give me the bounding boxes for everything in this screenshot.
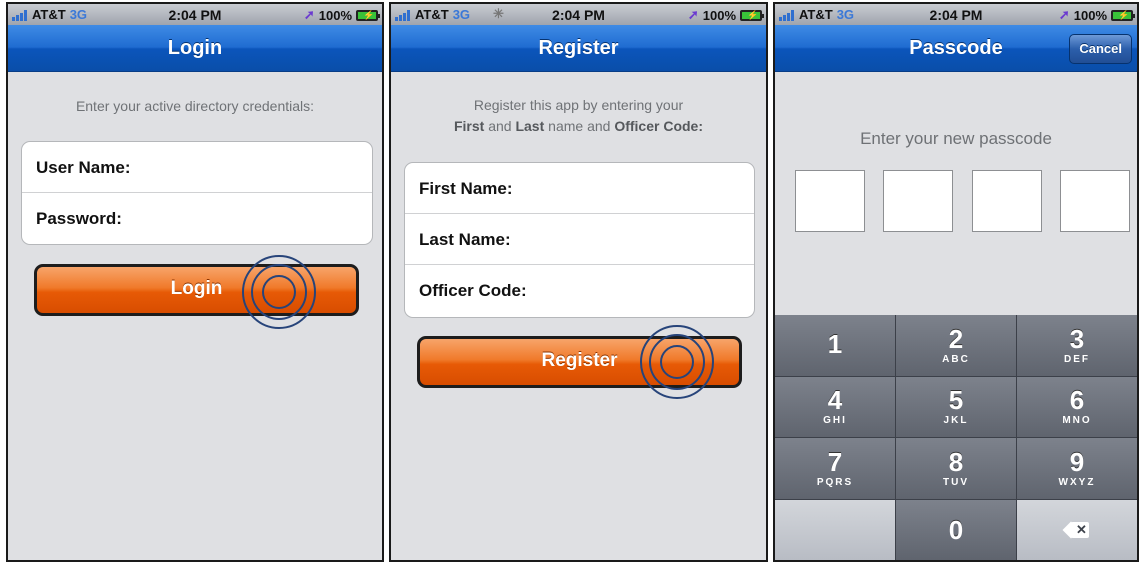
key-5[interactable]: 5 JKL <box>896 376 1016 437</box>
passcode-screen: AT&T 3G 2:04 PM ➚ 100% ⚡ Passcode Cancel … <box>773 2 1139 562</box>
nav-bar: Login <box>8 25 382 72</box>
passcode-digit-box[interactable] <box>795 170 865 232</box>
password-field[interactable]: Password: <box>22 193 372 244</box>
register-button[interactable]: Register <box>417 336 742 388</box>
instructions-text: Enter your active directory credentials: <box>75 98 315 114</box>
key-4[interactable]: 4 GHI <box>775 376 895 437</box>
status-bar: AT&T 3G 2:04 PM ➚ 100% ⚡ <box>775 4 1137 25</box>
key-9[interactable]: 9 WXYZ <box>1017 438 1137 499</box>
key-0[interactable]: 0 <box>896 499 1016 560</box>
last-name-field[interactable]: Last Name: <box>405 214 754 265</box>
nav-bar: Register <box>391 25 766 72</box>
battery-icon: ⚡ <box>356 9 380 21</box>
page-title: Login <box>167 37 223 59</box>
battery-percent: 100% <box>702 7 736 23</box>
officer-code-field[interactable]: Officer Code: <box>405 265 754 316</box>
first-name-field[interactable]: First Name: <box>405 163 754 214</box>
nav-bar: Passcode Cancel <box>775 25 1137 72</box>
login-button[interactable]: Login <box>34 264 359 316</box>
numeric-keypad: 1 2 ABC 3 DEF 4 GHI 5 JKL 6 MNO 7 PQRS 8 <box>775 315 1137 560</box>
backspace-icon: ✕ <box>1065 521 1089 538</box>
key-2[interactable]: 2 ABC <box>896 315 1016 376</box>
location-arrow-icon: ➚ <box>687 7 699 22</box>
battery-icon: ⚡ <box>1111 9 1135 21</box>
status-bar: AT&T 3G 2:04 PM ➚ 100% ⚡ <box>8 4 382 25</box>
login-screen: AT&T 3G 2:04 PM ➚ 100% ⚡ Login Enter your… <box>6 2 384 562</box>
username-field[interactable]: User Name: <box>22 142 372 193</box>
key-1[interactable]: 1 <box>775 315 895 376</box>
delete-key[interactable]: ✕ <box>1017 499 1137 560</box>
passcode-digit-box[interactable] <box>883 170 953 232</box>
registration-form: First Name: Last Name: Officer Code: <box>404 162 755 318</box>
battery-icon: ⚡ <box>740 9 764 21</box>
battery-percent: 100% <box>318 7 352 23</box>
page-title: Register <box>538 37 619 59</box>
key-7[interactable]: 7 PQRS <box>775 438 895 499</box>
cancel-button[interactable]: Cancel <box>1069 34 1132 64</box>
location-arrow-icon: ➚ <box>303 7 315 22</box>
credentials-form: User Name: Password: <box>21 141 373 245</box>
instructions-text: Register this app by entering your First… <box>453 97 704 134</box>
register-screen: AT&T 3G ✳ 2:04 PM ➚ 100% ⚡ Register Regis… <box>389 2 768 562</box>
keypad-blank-key <box>775 499 895 560</box>
location-arrow-icon: ➚ <box>1058 7 1070 22</box>
passcode-digit-box[interactable] <box>972 170 1042 232</box>
key-3[interactable]: 3 DEF <box>1017 315 1137 376</box>
key-8[interactable]: 8 TUV <box>896 438 1016 499</box>
status-bar: AT&T 3G ✳ 2:04 PM ➚ 100% ⚡ <box>391 4 766 25</box>
battery-percent: 100% <box>1073 7 1107 23</box>
passcode-digit-box[interactable] <box>1060 170 1130 232</box>
key-6[interactable]: 6 MNO <box>1017 376 1137 437</box>
passcode-prompt: Enter your new passcode <box>860 129 1052 148</box>
